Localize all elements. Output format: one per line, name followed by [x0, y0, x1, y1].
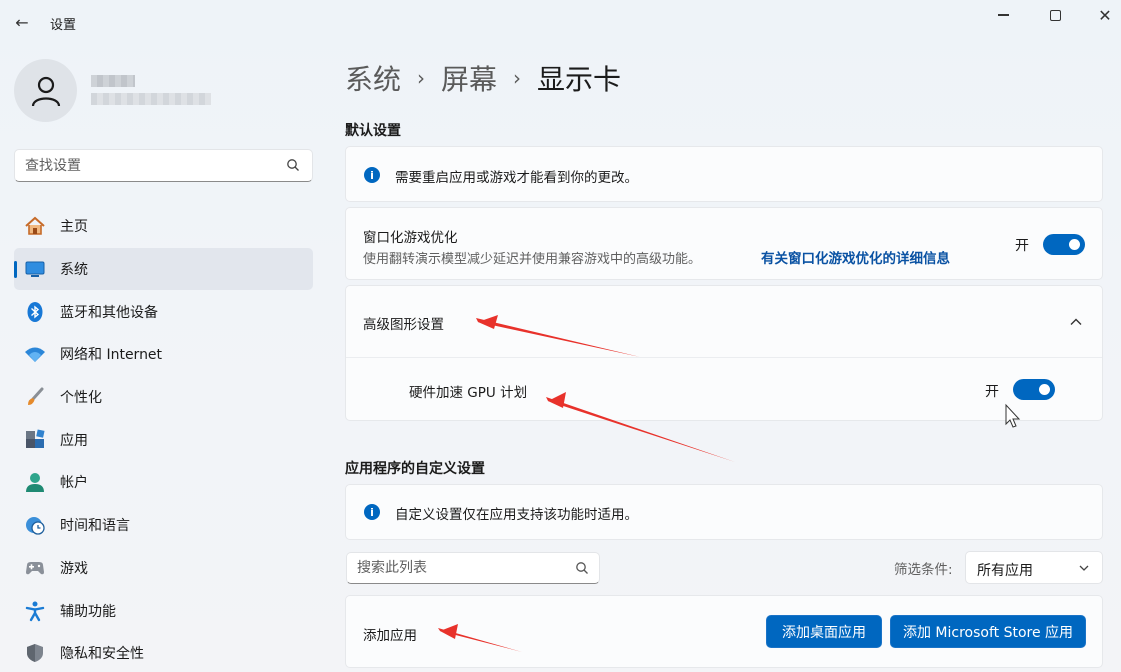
sidebar-item-label: 个性化	[60, 390, 102, 407]
sidebar-item-label: 时间和语言	[60, 518, 130, 535]
wifi-icon	[24, 343, 46, 365]
sidebar-item-system[interactable]: 系统	[14, 247, 313, 291]
close-button[interactable]: ✕	[1088, 4, 1121, 26]
list-search[interactable]	[346, 552, 600, 584]
close-icon: ✕	[1098, 5, 1112, 25]
info-card-restart: i 需要重启应用或游戏才能看到你的更改。	[345, 146, 1103, 202]
bluetooth-icon	[24, 301, 46, 323]
filter-dropdown[interactable]: 所有应用	[965, 551, 1103, 584]
sidebar-item-label: 蓝牙和其他设备	[60, 304, 158, 321]
toggle-state-label: 开	[1015, 238, 1029, 254]
breadcrumb: 系统 › 屏幕 › 显示卡	[345, 58, 621, 98]
setting-windowed-optimization: 窗口化游戏优化 使用翻转演示模型减少延迟并使用兼容游戏中的高级功能。 有关窗口化…	[345, 207, 1103, 280]
add-desktop-app-button[interactable]: 添加桌面应用	[766, 615, 882, 648]
brush-icon	[24, 386, 46, 408]
add-app-card: 添加应用 添加桌面应用 添加 Microsoft Store 应用	[345, 595, 1103, 668]
filter-label: 筛选条件:	[894, 562, 953, 578]
add-app-label: 添加应用	[363, 628, 417, 644]
sidebar-item-gaming[interactable]: 游戏	[14, 547, 313, 590]
info-icon: i	[364, 504, 380, 520]
profile[interactable]	[14, 59, 211, 122]
info-icon: i	[364, 167, 380, 183]
sidebar-item-label: 系统	[60, 262, 88, 279]
sidebar-item-time-language[interactable]: 时间和语言	[14, 504, 313, 547]
add-store-app-button[interactable]: 添加 Microsoft Store 应用	[890, 615, 1086, 648]
chevron-down-icon	[1079, 565, 1089, 571]
sidebar-item-privacy[interactable]: 隐私和安全性	[14, 632, 313, 672]
blurred-account-name	[91, 71, 211, 111]
sidebar-item-label: 应用	[60, 432, 88, 449]
info-text: 自定义设置仅在应用支持该功能时适用。	[395, 507, 638, 523]
windowed-optimization-toggle[interactable]	[1043, 234, 1085, 255]
settings-search-input[interactable]	[15, 150, 275, 181]
sidebar-item-personalization[interactable]: 个性化	[14, 376, 313, 419]
sidebar: 主页 系统 蓝牙和其他设备 网络和 Internet 个性化	[0, 44, 330, 672]
maximize-button[interactable]	[1038, 4, 1072, 26]
info-text: 需要重启应用或游戏才能看到你的更改。	[395, 170, 638, 186]
sidebar-item-label: 网络和 Internet	[60, 347, 163, 364]
info-card-custom: i 自定义设置仅在应用支持该功能时适用。	[345, 484, 1103, 540]
person-icon	[24, 471, 46, 493]
gpu-scheduling-toggle[interactable]	[1013, 379, 1055, 400]
sidebar-item-label: 游戏	[60, 560, 88, 577]
sidebar-item-home[interactable]: 主页	[14, 205, 313, 248]
sidebar-item-label: 辅助功能	[60, 603, 116, 620]
divider	[346, 357, 1102, 358]
sidebar-item-label: 帐户	[60, 475, 88, 492]
minimize-icon	[997, 14, 1009, 16]
sidebar-item-label: 主页	[60, 219, 88, 236]
nav-list: 主页 系统 蓝牙和其他设备 网络和 Internet 个性化 应用 帐户 时间和…	[14, 205, 313, 672]
sidebar-item-apps[interactable]: 应用	[14, 418, 313, 461]
title-bar: ← 设置 ✕	[0, 0, 1121, 44]
shield-icon	[24, 642, 46, 664]
expander-title: 高级图形设置	[363, 317, 444, 333]
breadcrumb-item-system[interactable]: 系统	[345, 58, 401, 98]
gpu-scheduling-title: 硬件加速 GPU 计划	[409, 385, 528, 401]
chevron-right-icon: ›	[513, 66, 522, 90]
avatar[interactable]	[14, 59, 77, 122]
setting-title: 窗口化游戏优化	[363, 230, 458, 246]
sidebar-item-accounts[interactable]: 帐户	[14, 461, 313, 504]
windowed-info-link[interactable]: 有关窗口化游戏优化的详细信息	[761, 247, 950, 267]
advanced-graphics-header[interactable]: 高级图形设置	[346, 286, 1102, 357]
gamepad-icon	[24, 557, 46, 579]
apps-icon	[24, 429, 46, 451]
toggle-state-label: 开	[985, 384, 999, 400]
filter-value: 所有应用	[977, 563, 1033, 579]
maximize-icon	[1049, 9, 1061, 21]
home-icon	[24, 215, 46, 237]
arrow-left-icon: ←	[15, 12, 29, 32]
clock-globe-icon	[24, 514, 46, 536]
list-search-input[interactable]	[347, 553, 567, 583]
sidebar-item-bluetooth[interactable]: 蓝牙和其他设备	[14, 290, 313, 333]
app-title: 设置	[50, 18, 77, 33]
search-icon[interactable]	[286, 158, 300, 172]
back-button[interactable]: ←	[10, 10, 34, 34]
page-title: 显示卡	[537, 63, 622, 96]
section-title-custom: 应用程序的自定义设置	[345, 461, 485, 477]
setting-description: 使用翻转演示模型减少延迟并使用兼容游戏中的高级功能。	[363, 252, 702, 267]
advanced-graphics-expander: 高级图形设置 硬件加速 GPU 计划 开	[345, 285, 1103, 421]
settings-search[interactable]	[14, 149, 313, 182]
sidebar-item-label: 隐私和安全性	[60, 646, 144, 663]
sidebar-item-network[interactable]: 网络和 Internet	[14, 333, 313, 376]
chevron-right-icon: ›	[417, 66, 426, 90]
minimize-button[interactable]	[986, 4, 1020, 26]
search-icon[interactable]	[575, 561, 589, 575]
section-title-default: 默认设置	[345, 123, 401, 139]
breadcrumb-item-display[interactable]: 屏幕	[441, 58, 497, 98]
accessibility-icon	[24, 600, 46, 622]
chevron-up-icon[interactable]	[1069, 315, 1083, 329]
person-icon	[31, 76, 60, 106]
display-icon	[24, 258, 46, 280]
sidebar-item-accessibility[interactable]: 辅助功能	[14, 589, 313, 632]
